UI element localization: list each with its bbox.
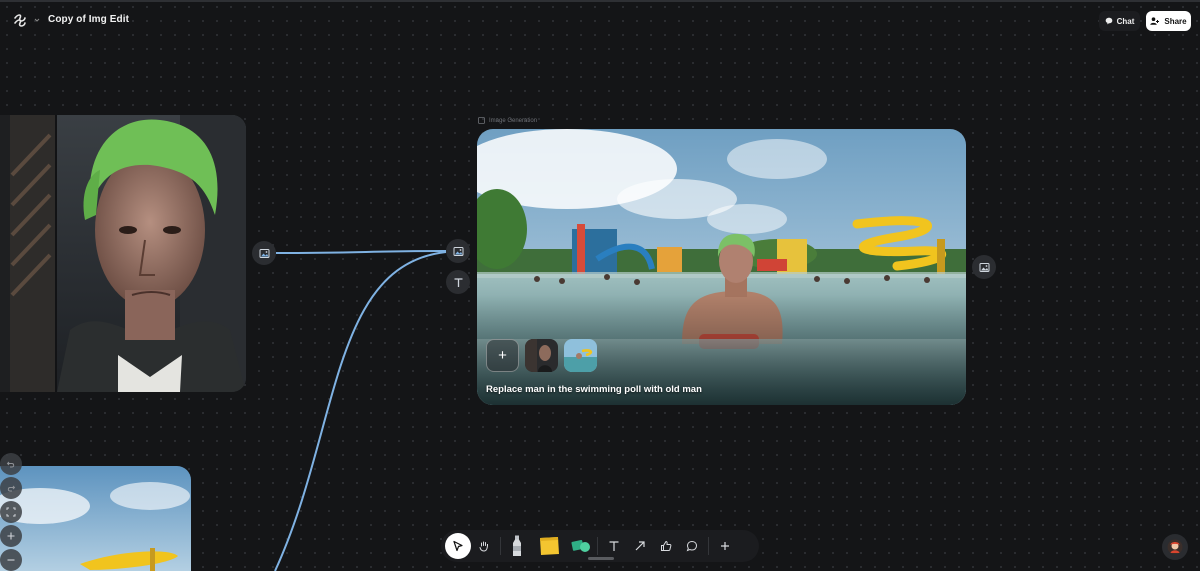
- comment-tool[interactable]: [679, 533, 705, 559]
- zoom-in-button[interactable]: [0, 525, 22, 547]
- text-input-port[interactable]: [446, 270, 470, 294]
- reference-thumbnail-pool[interactable]: [564, 339, 597, 372]
- portrait-output-port[interactable]: [252, 241, 276, 265]
- image-icon: [259, 248, 269, 258]
- toolbar-drag-handle[interactable]: [588, 557, 614, 560]
- user-avatar[interactable]: [1162, 534, 1188, 560]
- redo-button[interactable]: [0, 477, 22, 499]
- sticky-note-icon: [540, 537, 559, 555]
- shapes-tool[interactable]: [568, 533, 594, 559]
- select-tool[interactable]: [445, 533, 471, 559]
- bottle-tool[interactable]: [504, 533, 530, 559]
- generation-output-port[interactable]: [972, 255, 996, 279]
- text-icon: [454, 277, 462, 287]
- undo-icon: [6, 461, 15, 468]
- plus-icon: [721, 542, 729, 550]
- portrait-image-node[interactable]: [0, 115, 246, 392]
- comment-icon: [686, 540, 698, 552]
- bottle-icon: [513, 535, 521, 556]
- minus-icon: [7, 559, 15, 561]
- zoom-out-button[interactable]: [0, 549, 22, 571]
- hand-tool[interactable]: [471, 533, 497, 559]
- pool-thumbnail-image: [564, 339, 597, 372]
- undo-button[interactable]: [0, 453, 22, 475]
- image-input-port[interactable]: [446, 239, 470, 263]
- node-type-label: Image Generation: [478, 117, 537, 124]
- generation-prompt[interactable]: Replace man in the swimming poll with ol…: [486, 384, 702, 395]
- toolbar-separator: [597, 537, 598, 555]
- image-generation-node[interactable]: + Replace man in the swimming poll with …: [477, 129, 966, 405]
- reference-thumbnails: +: [486, 339, 597, 372]
- add-reference-button[interactable]: +: [486, 339, 519, 372]
- avatar-icon: [1167, 539, 1183, 555]
- toolbar-separator: [708, 537, 709, 555]
- plus-icon: [7, 532, 15, 540]
- shapes-icon: [571, 540, 590, 552]
- sticky-note-tool[interactable]: [536, 533, 562, 559]
- arrow-tool[interactable]: [627, 533, 653, 559]
- portrait-thumbnail-image: [525, 339, 558, 372]
- water-slide-image: [0, 466, 191, 571]
- canvas-controls: [0, 453, 22, 571]
- cursor-arrow-icon: [453, 540, 463, 552]
- wire-portrait-to-image-input: [275, 250, 447, 254]
- node-type-text: Image Generation: [489, 117, 538, 124]
- redo-icon: [7, 485, 16, 492]
- hand-icon: [479, 541, 488, 552]
- text-tool[interactable]: [601, 533, 627, 559]
- text-icon: [609, 541, 619, 551]
- old-man-portrait-image: [0, 115, 246, 392]
- diagonal-arrow-icon: [635, 541, 645, 551]
- fit-view-button[interactable]: [0, 501, 22, 523]
- thumbs-up-icon: [661, 540, 672, 551]
- fit-view-icon: [6, 507, 16, 517]
- wire-pool-to-image-input: [274, 251, 447, 571]
- image-icon: [453, 246, 463, 256]
- image-icon: [478, 117, 485, 124]
- add-node-tool[interactable]: [712, 533, 738, 559]
- reference-thumbnail-portrait[interactable]: [525, 339, 558, 372]
- image-icon: [979, 262, 989, 272]
- pool-image-node[interactable]: [0, 466, 191, 571]
- reaction-tool[interactable]: [653, 533, 679, 559]
- toolbar-separator: [500, 537, 501, 555]
